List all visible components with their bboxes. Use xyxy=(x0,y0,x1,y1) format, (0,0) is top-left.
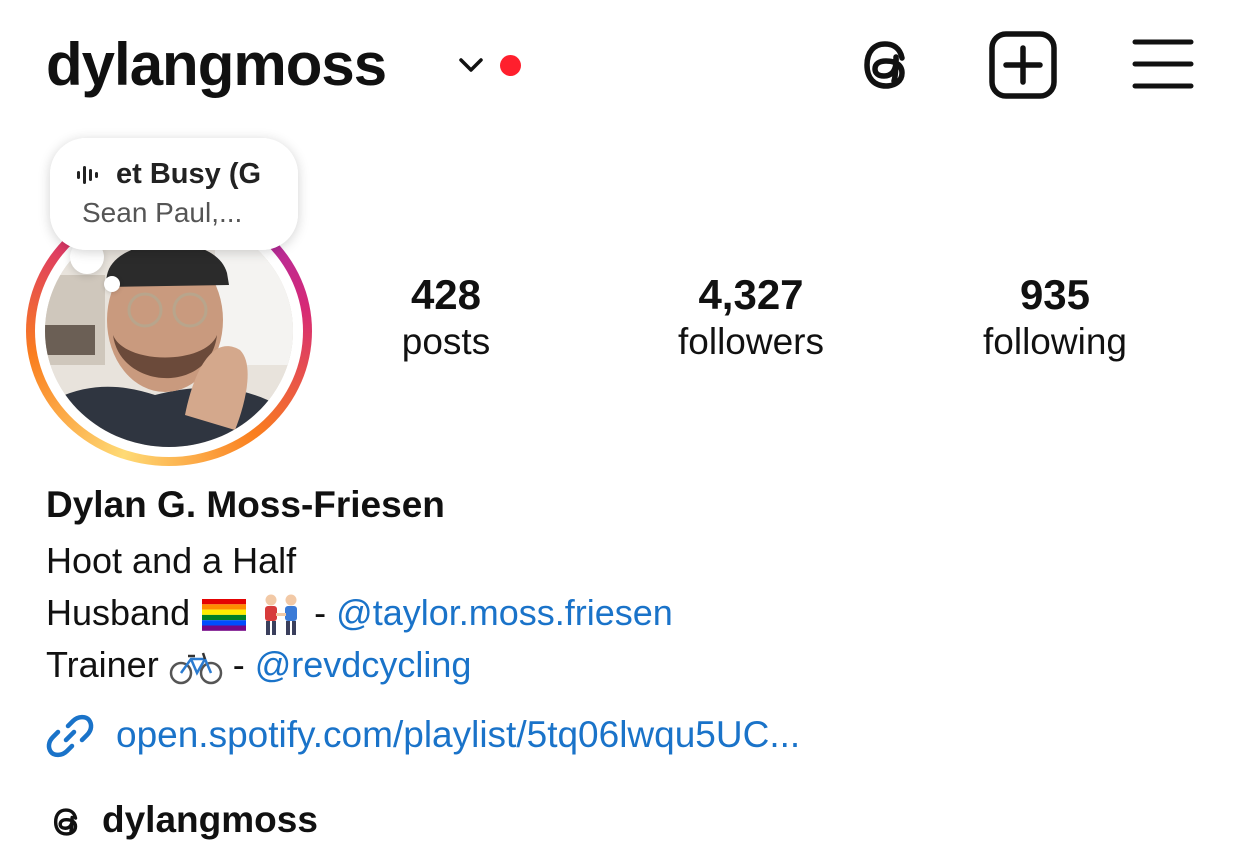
bio-line-2: Husband - @taylor.moss.friesen xyxy=(46,592,673,637)
following-count: 935 xyxy=(1019,271,1091,318)
chevron-down-icon[interactable] xyxy=(455,53,487,77)
threads-icon[interactable] xyxy=(850,28,924,102)
note-song-text: et Busy (G xyxy=(116,158,262,190)
menu-icon[interactable] xyxy=(1127,28,1201,102)
following-label: following xyxy=(983,321,1127,362)
trainer-mention-link[interactable]: @revdcycling xyxy=(255,644,472,685)
bicycle-icon xyxy=(169,653,222,685)
stat-followers[interactable]: 4,327 followers xyxy=(646,270,856,364)
note-song-title: et Busy (G xyxy=(76,158,272,191)
posts-label: posts xyxy=(401,321,491,362)
profile-full-name: Dylan G. Moss-Friesen xyxy=(46,484,445,525)
posts-count: 428 xyxy=(410,271,482,318)
bio-line-1: Hoot and a Half xyxy=(46,540,297,581)
link-url[interactable]: open.spotify.com/playlist/5tq06lwqu5UC..… xyxy=(116,714,800,756)
stat-posts[interactable]: 428 posts xyxy=(366,270,526,364)
threads-icon xyxy=(53,808,78,836)
followers-count: 4,327 xyxy=(698,271,804,318)
profile-header: dylangmoss xyxy=(0,0,1242,130)
husband-mention-link[interactable]: @taylor.moss.friesen xyxy=(336,592,673,633)
bio-husband-text: Husband xyxy=(46,592,191,633)
stat-following[interactable]: 935 following xyxy=(955,270,1155,364)
link-icon xyxy=(46,714,94,758)
threads-handle: dylangmoss xyxy=(102,799,318,840)
rainbow-flag-icon xyxy=(202,599,247,632)
note-artist: Sean Paul,... xyxy=(82,197,243,228)
notification-dot xyxy=(500,55,521,76)
bio-line-3: Trainer - @revdcycling xyxy=(46,644,472,685)
new-post-icon[interactable] xyxy=(986,28,1060,102)
audio-bars-icon xyxy=(77,166,98,185)
two-men-holding-hands-icon xyxy=(265,594,298,636)
username-title[interactable]: dylangmoss xyxy=(46,30,387,100)
followers-label: followers xyxy=(678,321,824,362)
bio-trainer-text: Trainer xyxy=(46,644,159,685)
